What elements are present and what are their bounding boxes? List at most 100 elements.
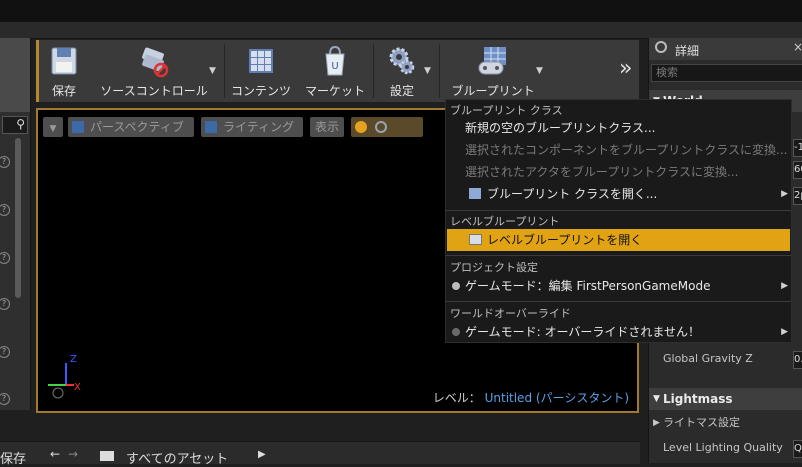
save-button[interactable]: 保存	[43, 40, 85, 102]
global-gravity-label: Global Gravity Z	[663, 352, 753, 365]
menu-item-label: 新規の空のブループリントクラス...	[465, 121, 656, 135]
toolbar-overflow-icon[interactable]: »	[619, 56, 632, 81]
left-panel-header	[0, 38, 30, 112]
blueprints-menu: ブループリント クラス 新規の空のブループリントクラス... 選択されたコンポー…	[445, 99, 792, 343]
menu-item-convert-actors[interactable]: 選択されたアクタをブループリントクラスに変換...	[447, 161, 790, 183]
lightmass-header-label: Lightmass	[663, 392, 733, 406]
lightmass-settings-label: ライトマス設定	[663, 416, 740, 429]
toolbar-separator	[224, 44, 225, 98]
blueprints-dropdown-icon[interactable]: ▼	[536, 66, 543, 76]
settings-icon	[389, 47, 415, 75]
level-lighting-quality-label: Level Lighting Quality	[663, 441, 783, 454]
world-property-value[interactable]: -1	[793, 139, 802, 157]
expand-arrow-icon: ▶	[653, 418, 660, 428]
source-control-dropdown-icon[interactable]: ▼	[209, 66, 216, 76]
forward-arrow-icon[interactable]: →	[68, 447, 78, 461]
level-blueprint-icon	[469, 234, 482, 245]
save-label: 保存	[51, 84, 76, 98]
menu-item-new-empty-blueprint[interactable]: 新規の空のブループリントクラス...	[447, 117, 790, 139]
help-icon[interactable]: ?	[0, 252, 10, 264]
toolbar-separator	[373, 44, 374, 98]
help-icon[interactable]: ?	[0, 298, 10, 310]
global-gravity-input[interactable]: 0.0	[793, 351, 802, 369]
blueprint-icon	[478, 47, 506, 75]
show-button[interactable]: 表示	[310, 117, 344, 137]
axis-gizmo: Z X	[44, 354, 84, 401]
menu-item-convert-components[interactable]: 選択されたコンポーネントをブループリントクラスに変換...	[447, 139, 790, 161]
source-control-label: ソースコントロール	[100, 84, 208, 98]
submenu-arrow-icon: ▶	[781, 281, 788, 291]
perspective-icon	[72, 121, 84, 133]
menu-item-open-blueprint-class[interactable]: ブループリント クラスを開く... ▶	[447, 183, 790, 205]
left-panel-scrollbar[interactable]	[15, 138, 21, 298]
perspective-button[interactable]: パースペクティブ	[68, 117, 194, 137]
lighting-mode-button[interactable]: ライティング	[201, 117, 303, 137]
axis-x-label: X	[74, 382, 81, 393]
marketplace-icon: U	[325, 45, 345, 76]
world-property-value[interactable]: 2p	[793, 187, 802, 205]
rotate-tool-icon[interactable]	[375, 121, 387, 133]
close-icon[interactable]: ×	[793, 40, 802, 54]
folder-icon	[100, 451, 114, 461]
show-label: 表示	[314, 120, 339, 134]
settings-button[interactable]: 設定	[379, 40, 425, 102]
lightmass-section-header[interactable]: ▼ Lightmass	[649, 388, 802, 410]
menu-separator	[446, 210, 791, 211]
source-control-button[interactable]: ソースコントロール	[89, 40, 219, 102]
content-browser-bar: 保存 ← → すべてのアセット ▶	[0, 441, 640, 467]
axis-z-label: Z	[70, 354, 77, 365]
menu-header-level-blueprint: レベルブループリント	[450, 215, 560, 228]
main-toolbar: 保存 ソースコントロール ▼ コンテンツ U マーケット 設定 ▼ ブループリン…	[36, 40, 639, 102]
submenu-arrow-icon: ▶	[781, 327, 788, 337]
viewport-options-button[interactable]: ▼	[43, 117, 63, 137]
menu-header-blueprint-class: ブループリント クラス	[450, 104, 563, 117]
menu-item-edit-game-mode[interactable]: ゲームモード：編集 FirstPersonGameMode ▶	[447, 275, 790, 297]
all-assets-label[interactable]: すべてのアセット	[126, 448, 228, 467]
menu-item-override-game-mode[interactable]: ゲームモード: オーバーライドされません！ ▶	[447, 321, 790, 343]
settings-dropdown-icon[interactable]: ▼	[424, 66, 431, 76]
chevron-right-icon[interactable]: ▶	[258, 449, 266, 460]
transform-tools[interactable]	[351, 117, 423, 137]
game-mode-bullet-icon	[452, 282, 460, 290]
lighting-icon	[205, 121, 217, 133]
menu-item-label: レベルブループリントを開く	[487, 233, 643, 247]
details-tab[interactable]: 詳細 ×	[649, 38, 802, 60]
title-bar	[0, 0, 802, 22]
search-icon	[655, 41, 667, 53]
blueprints-label: ブループリント	[451, 84, 535, 98]
marketplace-label: マーケット	[304, 84, 365, 98]
content-button[interactable]: コンテンツ	[229, 40, 293, 102]
menu-item-open-level-blueprint[interactable]: レベルブループリントを開く	[447, 229, 790, 251]
level-lighting-quality-select[interactable]: Q	[793, 440, 802, 458]
level-prefix: レベル：	[432, 391, 481, 405]
move-tool-icon[interactable]	[355, 121, 367, 133]
content-label: コンテンツ	[230, 84, 291, 98]
menu-separator	[446, 255, 791, 256]
blueprint-icon	[469, 188, 481, 199]
left-panel: ⚲ ? ? ? ? ? ?	[0, 38, 31, 410]
world-property-value[interactable]: 60	[793, 161, 802, 179]
help-icon[interactable]: ?	[0, 156, 10, 168]
source-control-icon	[142, 47, 169, 78]
details-search-input[interactable]: 検索	[651, 64, 802, 82]
menu-item-label: ゲームモード: オーバーライドされません！	[465, 325, 701, 339]
back-arrow-icon[interactable]: ←	[50, 447, 60, 461]
save-all-label[interactable]: 保存	[0, 448, 26, 467]
menu-separator	[446, 301, 791, 302]
perspective-label: パースペクティブ	[90, 120, 184, 134]
toolbar-separator	[439, 44, 440, 98]
lightmass-settings-row[interactable]: ▶ ライトマス設定	[649, 412, 802, 434]
blueprints-button[interactable]: ブループリント	[445, 40, 541, 102]
level-lighting-quality-row: Level Lighting Quality Q	[649, 437, 802, 459]
svg-text:U: U	[331, 61, 338, 72]
save-icon	[51, 47, 77, 75]
marketplace-button[interactable]: U マーケット	[301, 40, 369, 102]
left-panel-search[interactable]: ⚲	[2, 116, 28, 134]
tab-strip	[0, 22, 802, 39]
menu-header-world-override: ワールドオーバーライド	[450, 307, 571, 320]
help-icon[interactable]: ?	[0, 393, 10, 405]
help-icon[interactable]: ?	[0, 346, 10, 358]
global-gravity-row: Global Gravity Z 0.0	[649, 348, 802, 370]
help-icon[interactable]: ?	[0, 204, 10, 216]
lighting-label: ライティング	[223, 120, 295, 134]
